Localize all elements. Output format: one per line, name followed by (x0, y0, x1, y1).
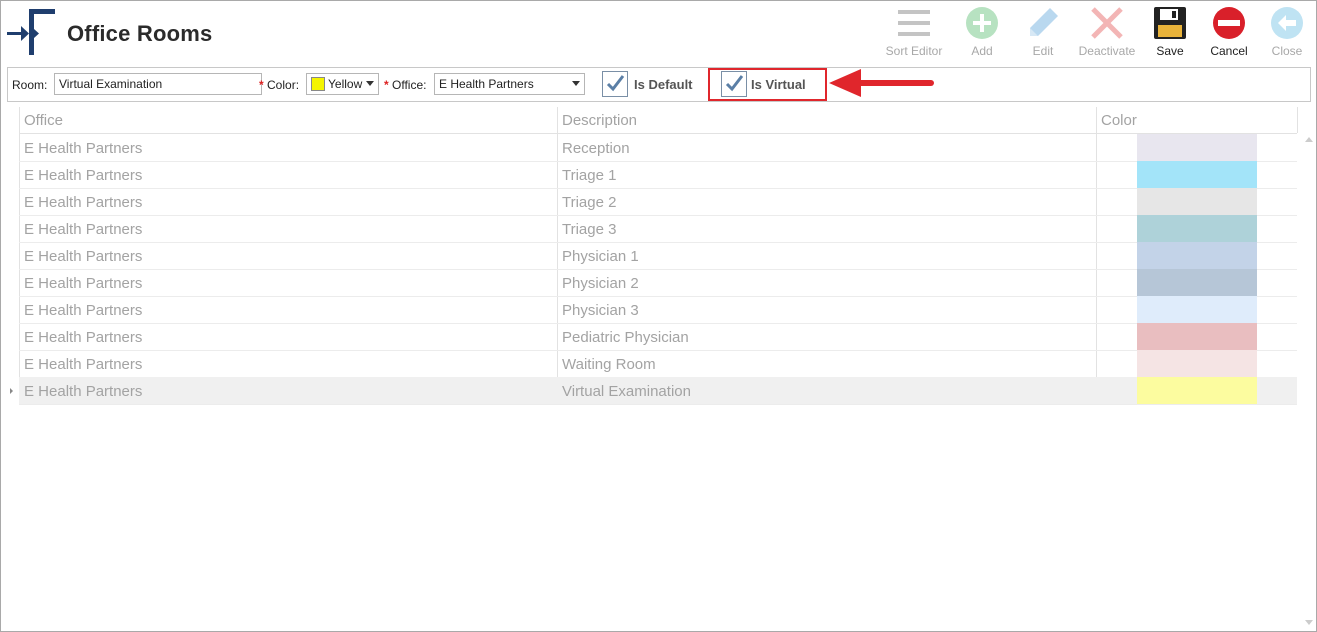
pencil-icon (1030, 8, 1058, 36)
description-cell: Virtual Examination (562, 383, 691, 400)
description-cell: Reception (562, 140, 630, 157)
is-default-checkbox[interactable] (602, 71, 628, 97)
office-cell: E Health Partners (24, 356, 143, 373)
color-cell (1137, 188, 1257, 215)
table-row[interactable]: E Health Partners Physician 2 (19, 269, 1297, 297)
description-cell: Physician 3 (562, 302, 639, 319)
table-row[interactable]: E Health Partners Waiting Room (19, 350, 1297, 378)
office-cell: E Health Partners (24, 248, 143, 265)
add-button[interactable]: Add (947, 6, 1017, 58)
table-row[interactable]: E Health Partners Virtual Examination (19, 377, 1297, 405)
office-label-group: * Office: (384, 78, 426, 92)
description-cell: Waiting Room (562, 356, 656, 373)
color-cell (1137, 161, 1257, 188)
color-cell (1137, 215, 1257, 242)
color-cell (1137, 296, 1257, 323)
office-label: Office: (392, 78, 427, 92)
description-cell: Triage 1 (562, 167, 617, 184)
color-swatch (311, 77, 325, 91)
color-value: Yellow (328, 77, 363, 91)
callout-arrow-icon (829, 69, 934, 97)
office-rooms-grid: Office Description Color E Health Partne… (5, 107, 1315, 629)
column-header-description[interactable]: Description (557, 107, 1096, 134)
chevron-down-icon (572, 81, 580, 86)
description-cell: Pediatric Physician (562, 329, 689, 346)
description-cell: Triage 2 (562, 194, 617, 211)
color-label: Color: (267, 78, 300, 92)
page-title: Office Rooms (67, 21, 213, 46)
column-header-color[interactable]: Color (1096, 107, 1297, 134)
required-marker: * (384, 78, 389, 92)
office-dropdown[interactable]: E Health Partners (434, 73, 585, 95)
table-row[interactable]: E Health Partners Physician 1 (19, 242, 1297, 270)
back-arrow-circle-icon (1271, 7, 1303, 39)
table-row[interactable]: E Health Partners Triage 2 (19, 188, 1297, 216)
edit-button[interactable]: Edit (1008, 6, 1078, 58)
cancel-label: Cancel (1210, 44, 1248, 58)
minus-circle-icon (1213, 7, 1245, 39)
color-cell (1137, 323, 1257, 350)
color-cell (1137, 134, 1257, 161)
menu-lines-icon (898, 10, 930, 36)
save-label: Save (1156, 44, 1184, 58)
office-rooms-window: Office Rooms Sort Editor Add Edit Deacti… (0, 0, 1317, 632)
add-label: Add (971, 44, 993, 58)
office-cell: E Health Partners (24, 194, 143, 211)
office-cell: E Health Partners (24, 221, 143, 238)
required-marker: * (259, 78, 264, 92)
description-cell: Triage 3 (562, 221, 617, 238)
column-divider (1297, 107, 1298, 133)
office-cell: E Health Partners (24, 275, 143, 292)
color-label-group: * Color: (259, 78, 299, 92)
plus-circle-icon (966, 7, 998, 39)
table-row[interactable]: E Health Partners Physician 3 (19, 296, 1297, 324)
is-virtual-highlight-box (708, 68, 827, 101)
description-cell: Physician 2 (562, 275, 639, 292)
office-value: E Health Partners (439, 77, 534, 91)
office-cell: E Health Partners (24, 167, 143, 184)
color-cell (1137, 269, 1257, 296)
table-row[interactable]: E Health Partners Pediatric Physician (19, 323, 1297, 351)
close-label: Close (1271, 44, 1303, 58)
sort-editor-label: Sort Editor (885, 44, 943, 58)
table-row[interactable]: E Health Partners Reception (19, 134, 1297, 162)
room-name-input[interactable] (54, 73, 262, 95)
deactivate-label: Deactivate (1078, 44, 1136, 58)
office-cell: E Health Partners (24, 329, 143, 346)
checkmark-icon (606, 75, 625, 92)
current-row-indicator-icon (10, 388, 13, 394)
app-logo (7, 9, 55, 55)
color-cell (1137, 242, 1257, 269)
office-cell: E Health Partners (24, 302, 143, 319)
floppy-disk-icon (1154, 7, 1186, 39)
office-cell: E Health Partners (24, 140, 143, 157)
scroll-down-icon[interactable] (1305, 620, 1313, 625)
room-label: Room: (12, 78, 48, 92)
deactivate-button[interactable]: Deactivate (1072, 6, 1142, 58)
x-mark-icon (1091, 7, 1123, 39)
table-row[interactable]: E Health Partners Triage 1 (19, 161, 1297, 189)
is-default-label: Is Default (634, 77, 693, 92)
color-cell (1137, 350, 1257, 377)
close-button[interactable]: Close (1252, 6, 1316, 58)
scroll-up-icon[interactable] (1305, 137, 1313, 142)
column-header-office[interactable]: Office (19, 107, 557, 134)
edit-label: Edit (1032, 44, 1054, 58)
sort-editor-button[interactable]: Sort Editor (879, 6, 949, 58)
chevron-down-icon (366, 81, 374, 86)
office-cell: E Health Partners (24, 383, 143, 400)
description-cell: Physician 1 (562, 248, 639, 265)
color-cell (1137, 377, 1257, 404)
room-edit-bar: Room: * Color: Yellow * Office: E Health… (7, 67, 1311, 102)
color-dropdown[interactable]: Yellow (306, 73, 379, 95)
table-row[interactable]: E Health Partners Triage 3 (19, 215, 1297, 243)
